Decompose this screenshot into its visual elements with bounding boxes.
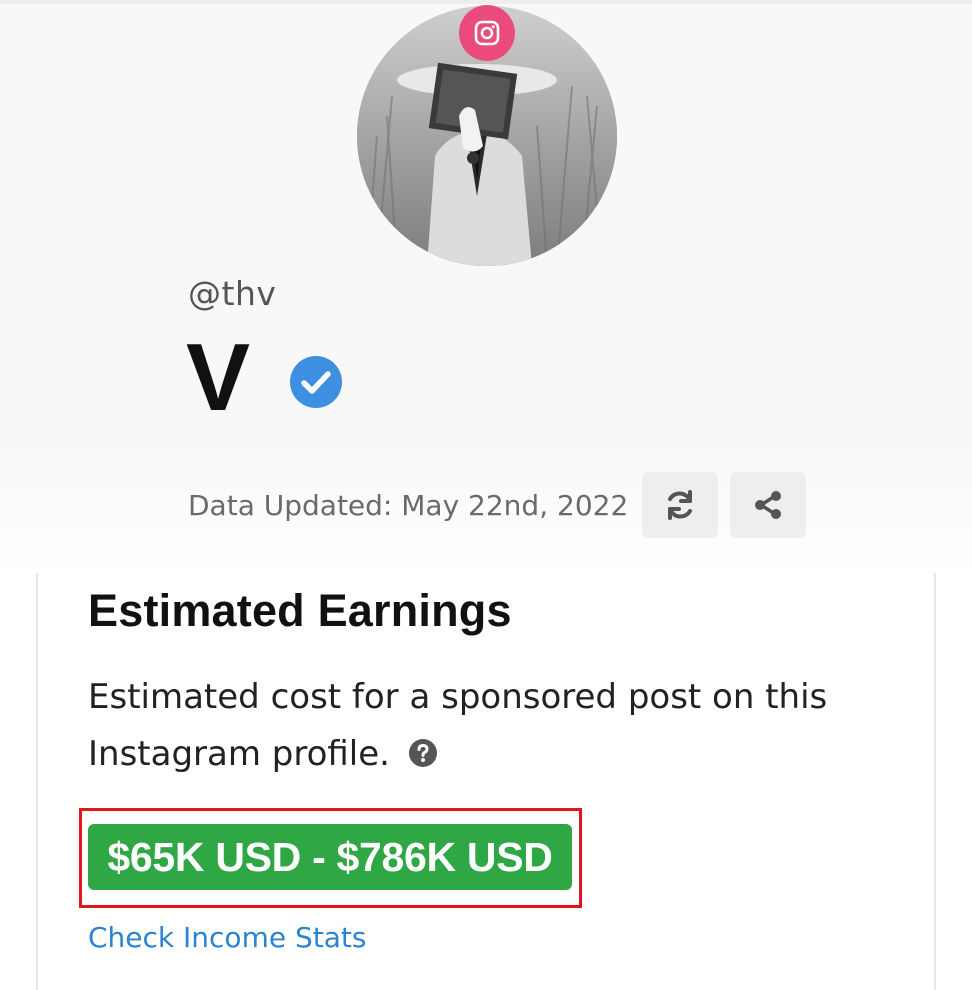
refresh-button[interactable] [642, 472, 719, 538]
refresh-icon [668, 490, 693, 520]
earnings-description: Estimated cost for a sponsored post on t… [88, 669, 908, 783]
top-divider [0, 0, 972, 4]
earnings-range-badge: $65K USD - $786K USD [88, 824, 572, 890]
data-updated-text: Data Updated: May 22nd, 2022 [188, 488, 629, 522]
share-icon [755, 491, 782, 519]
profile-page: @thv V Data Updated: May 22nd, 2022 Esti… [0, 0, 972, 990]
data-updated-row: Data Updated: May 22nd, 2022 [188, 472, 807, 538]
display-name: V [186, 324, 251, 431]
estimated-earnings-card: Estimated Earnings Estimated cost for a … [36, 573, 936, 990]
instagram-icon [474, 20, 500, 46]
share-button[interactable] [730, 472, 807, 538]
verified-check-icon [290, 356, 343, 408]
name-row: V [186, 324, 343, 431]
earnings-description-text: Estimated cost for a sponsored post on t… [88, 677, 828, 774]
question-circle-icon[interactable] [408, 738, 437, 767]
profile-handle: @thv [188, 274, 277, 313]
earnings-title: Estimated Earnings [88, 585, 512, 636]
check-income-stats-link[interactable]: Check Income Stats [88, 921, 366, 954]
instagram-badge [459, 5, 515, 61]
